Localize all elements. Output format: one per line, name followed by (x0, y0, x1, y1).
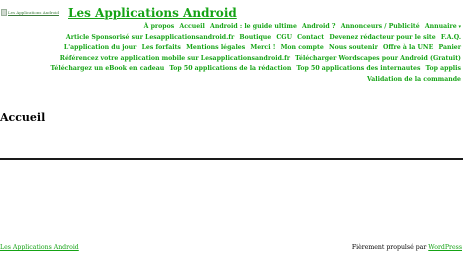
nav-item[interactable]: CGU (276, 34, 292, 41)
nav-item-label: Les forfaits (141, 44, 181, 51)
nav-item[interactable]: Les forfaits (142, 44, 181, 51)
nav-item-label: Android ? (302, 23, 336, 30)
nav-item[interactable]: Android : le guide ultime (210, 23, 297, 30)
nav-item[interactable]: Accueil (179, 23, 204, 30)
nav-item[interactable]: Mentions légales (186, 44, 245, 51)
nav-item[interactable]: Téléchargez un eBook en cadeau (51, 65, 165, 72)
nav-item-label: Validation de la commande (367, 75, 461, 83)
nav-item[interactable]: Contact (297, 34, 324, 41)
nav-item[interactable]: Validation de la commande (367, 76, 461, 83)
nav-item-label: Top 50 applications des internautes (296, 65, 421, 72)
page: Les Applications Android Les Application… (0, 0, 463, 256)
nav-item[interactable]: Nous soutenir (329, 44, 378, 51)
nav-item[interactable]: Top 50 applications de la rédaction (169, 65, 291, 72)
footer-credit-text: Fièrement propulsé par (351, 244, 429, 251)
broken-image-icon (1, 8, 7, 16)
nav-item[interactable]: À propos (144, 23, 175, 30)
nav-item[interactable]: Boutique (239, 34, 271, 41)
nav-item[interactable]: Android ? (302, 23, 335, 30)
footer-site-link[interactable]: Les Applications Android (0, 244, 79, 251)
nav-item-label: Offre à la UNE (383, 44, 434, 51)
site-logo-link[interactable]: Les Applications Android (1, 8, 67, 16)
nav-item[interactable]: Article Sponsorisé sur Lesapplicationsan… (66, 34, 234, 41)
chevron-down-icon: ▾ (456, 24, 461, 30)
nav-item[interactable]: Devenez rédacteur pour le site (329, 34, 435, 41)
nav-item-label: Top 50 applications de la rédaction (169, 65, 292, 72)
nav-item[interactable]: F.A.Q. (441, 34, 461, 41)
nav-item[interactable]: Top applis (426, 65, 461, 72)
nav-item[interactable]: Merci ! (250, 44, 275, 51)
nav-item-label: Android : le guide ultime (210, 23, 297, 30)
nav-item[interactable]: Offre à la UNE (383, 44, 433, 51)
nav-item[interactable]: Top 50 applications des internautes (297, 65, 421, 72)
wordpress-link[interactable]: WordPress (428, 244, 462, 251)
nav-item-label: Merci ! (250, 44, 276, 51)
page-title: Accueil (0, 111, 46, 124)
main-navigation: À propos Accueil Android : le guide ulti… (21, 22, 461, 85)
site-logo-alt-text: Les Applications Android (8, 9, 59, 15)
nav-item[interactable]: Annonceurs / Publicité (341, 23, 420, 30)
nav-item-label: Devenez rédacteur pour le site (329, 33, 436, 41)
nav-item[interactable]: Référencez votre application mobile sur … (60, 55, 290, 62)
nav-item[interactable]: Mon compte (281, 44, 324, 51)
nav-item-label: À propos (143, 23, 175, 30)
nav-item-label: Boutique (239, 33, 272, 41)
nav-item-label: F.A.Q. (440, 33, 461, 41)
nav-item-label: Télécharger Wordscapes pour Android (Gra… (295, 54, 461, 62)
nav-item-label: Annonceurs / Publicité (340, 23, 420, 30)
nav-item-label: L'application du jour (63, 44, 137, 51)
footer-credit: Fièrement propulsé par WordPress (352, 244, 462, 251)
nav-item-label: Top applis (425, 65, 461, 72)
site-title-link[interactable]: Les Applications Android (68, 6, 237, 20)
nav-item[interactable]: L'application du jour (64, 44, 136, 51)
nav-item-label: Mentions légales (186, 44, 246, 51)
nav-item-label: Contact (297, 33, 325, 41)
nav-item-label: Référencez votre application mobile sur … (59, 54, 290, 62)
nav-item[interactable]: Télécharger Wordscapes pour Android (Gra… (295, 55, 461, 62)
nav-item-label: Article Sponsorisé sur Lesapplicationsan… (65, 33, 235, 41)
nav-item-label: Mon compte (280, 44, 324, 51)
nav-item-label: Panier (438, 44, 461, 51)
footer-divider (0, 158, 463, 160)
nav-item[interactable]: Annuaire ▾ (425, 23, 461, 30)
nav-item-label: Téléchargez un eBook en cadeau (50, 65, 165, 72)
nav-item-label: Nous soutenir (328, 44, 378, 51)
nav-item-label: CGU (276, 33, 292, 41)
nav-item[interactable]: Panier (438, 44, 461, 51)
nav-item-label: Annuaire (424, 23, 457, 30)
nav-item-label: Accueil (179, 23, 205, 30)
